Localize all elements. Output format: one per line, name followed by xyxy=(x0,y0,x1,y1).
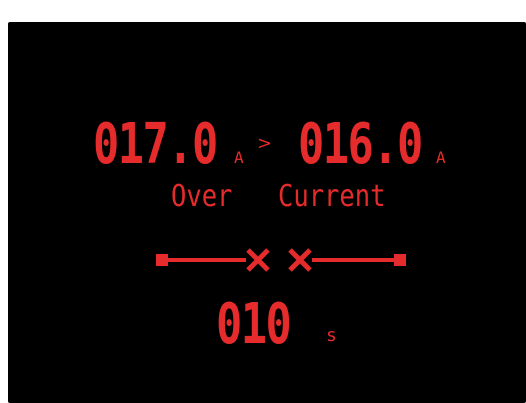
trip-right-cross-icon xyxy=(288,248,312,272)
trip-left-cross-icon xyxy=(246,248,270,272)
lcd-screen: 017.0 A > 016.0 A Over Current 010 s xyxy=(8,22,526,403)
device-frame: 017.0 A > 016.0 A Over Current 010 s xyxy=(0,0,526,403)
trip-time-value: 010 xyxy=(216,292,292,357)
trip-right-terminal xyxy=(394,254,406,266)
trip-time-unit: s xyxy=(326,325,337,346)
trip-left-terminal xyxy=(156,254,168,266)
